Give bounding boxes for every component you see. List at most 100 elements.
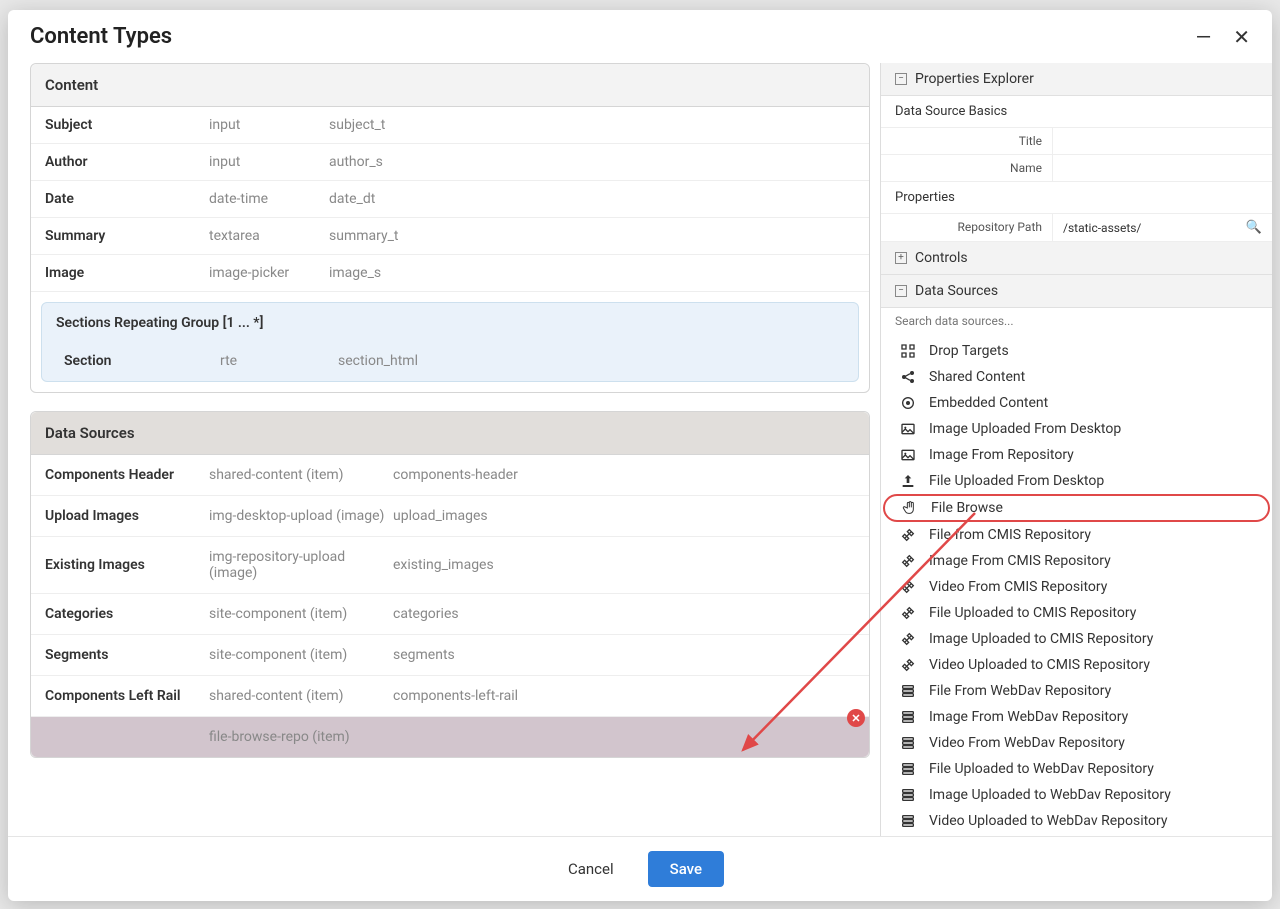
content-types-modal: Content Types — ✕ Content Subject input … — [8, 10, 1272, 901]
field-row[interactable]: Date date-time date_dt — [31, 181, 869, 218]
field-type: input — [209, 117, 329, 133]
data-source-item[interactable]: File Uploaded to CMIS Repository — [881, 600, 1272, 626]
search-icon[interactable]: 🔍 — [1246, 220, 1262, 235]
data-source-item-label: Video Uploaded to CMIS Repository — [929, 657, 1150, 673]
field-row[interactable]: Author input author_s — [31, 144, 869, 181]
data-source-item-label: Image From WebDav Repository — [929, 709, 1128, 725]
data-source-row[interactable]: Segments site-component (item) segments — [31, 635, 869, 676]
field-name: image_s — [329, 265, 855, 281]
data-source-item[interactable]: Video From WebDav Repository — [881, 730, 1272, 756]
field-type: date-time — [209, 191, 329, 207]
field-type: input — [209, 154, 329, 170]
field-row[interactable]: Section rte section_html — [42, 343, 858, 381]
save-button[interactable]: Save — [648, 851, 724, 887]
data-source-row[interactable]: Components Left Rail shared-content (ite… — [31, 676, 869, 717]
field-name: date_dt — [329, 191, 855, 207]
delete-button[interactable]: ✕ — [847, 709, 865, 727]
data-source-row[interactable]: Existing Images img-repository-upload (i… — [31, 537, 869, 594]
collapse-icon: − — [895, 73, 907, 85]
property-label: Repository Path — [881, 214, 1053, 241]
data-source-item-label: Image Uploaded From Desktop — [929, 421, 1121, 437]
title-input[interactable] — [1063, 134, 1262, 148]
property-row-title: Title — [881, 128, 1272, 155]
field-row[interactable]: Image image-picker image_s — [31, 255, 869, 292]
data-source-item[interactable]: Image Uploaded From Desktop — [881, 416, 1272, 442]
ds-name: components-header — [393, 467, 855, 483]
data-source-item[interactable]: Video Uploaded to WebDav Repository — [881, 808, 1272, 834]
data-source-item-label: Embedded Content — [929, 395, 1048, 411]
plug-icon — [899, 578, 917, 596]
data-source-item[interactable]: Embedded Content — [881, 390, 1272, 416]
data-source-item[interactable]: Shared Content — [881, 364, 1272, 390]
data-source-item[interactable]: File Uploaded From Desktop — [881, 468, 1272, 494]
minimize-icon[interactable]: — — [1196, 27, 1212, 47]
section-label: Data Sources — [915, 283, 998, 299]
section-label: Properties Explorer — [915, 71, 1034, 87]
db-icon — [899, 708, 917, 726]
data-source-item-label: File Browse — [931, 500, 1003, 516]
modal-header: Content Types — ✕ — [8, 10, 1272, 63]
properties-header: Properties — [881, 182, 1272, 214]
section-label: Controls — [915, 250, 968, 266]
data-sources-section[interactable]: − Data Sources — [881, 275, 1272, 308]
data-source-item-label: File Uploaded From Desktop — [929, 473, 1104, 489]
data-source-item[interactable]: File From WebDav Repository — [881, 678, 1272, 704]
property-label: Title — [881, 128, 1053, 154]
field-name: summary_t — [329, 228, 855, 244]
content-panel-header: Content — [31, 64, 869, 107]
field-label: Subject — [45, 117, 209, 133]
data-source-item[interactable]: Image From WebDav Repository — [881, 704, 1272, 730]
data-source-item[interactable]: Video From CMIS Repository — [881, 574, 1272, 600]
ds-name: components-left-rail — [393, 688, 855, 704]
field-label: Section — [64, 353, 220, 369]
ds-name: categories — [393, 606, 855, 622]
data-source-row-new[interactable]: file-browse-repo (item) ✕ — [31, 717, 869, 757]
data-source-item[interactable]: File from CMIS Repository — [881, 522, 1272, 548]
image-icon — [899, 446, 917, 464]
data-source-row[interactable]: Components Header shared-content (item) … — [31, 455, 869, 496]
data-source-item-label: Video From CMIS Repository — [929, 579, 1107, 595]
data-source-item[interactable]: Drop Targets — [881, 338, 1272, 364]
upload-icon — [899, 472, 917, 490]
name-input[interactable] — [1063, 161, 1262, 175]
properties-pane: − Properties Explorer Data Source Basics… — [880, 63, 1272, 836]
data-source-item-label: File Uploaded to WebDav Repository — [929, 761, 1154, 777]
field-row[interactable]: Summary textarea summary_t — [31, 218, 869, 255]
cancel-button[interactable]: Cancel — [556, 852, 626, 886]
controls-section[interactable]: + Controls — [881, 242, 1272, 275]
data-source-item[interactable]: Image Uploaded to WebDav Repository — [881, 782, 1272, 808]
plug-icon — [899, 656, 917, 674]
ds-type: shared-content (item) — [209, 467, 393, 483]
field-row[interactable]: Subject input subject_t — [31, 107, 869, 144]
data-source-row[interactable]: Categories site-component (item) categor… — [31, 594, 869, 635]
ds-name: existing_images — [393, 557, 855, 573]
close-icon[interactable]: ✕ — [1233, 27, 1250, 47]
ds-label: Components Left Rail — [45, 688, 209, 704]
drop-icon — [899, 342, 917, 360]
field-name: section_html — [338, 353, 844, 369]
repeating-group[interactable]: Sections Repeating Group [1 ... *] Secti… — [41, 302, 859, 382]
data-source-item-label: Image Uploaded to WebDav Repository — [929, 787, 1171, 803]
property-row-repo-path: Repository Path /static-assets/ 🔍 — [881, 214, 1272, 242]
repo-path-value: /static-assets/ — [1063, 221, 1141, 235]
data-source-item[interactable]: File Uploaded to WebDav Repository — [881, 756, 1272, 782]
properties-explorer-section[interactable]: − Properties Explorer — [881, 63, 1272, 96]
plug-icon — [899, 604, 917, 622]
plug-icon — [899, 630, 917, 648]
data-source-row[interactable]: Upload Images img-desktop-upload (image)… — [31, 496, 869, 537]
data-source-item[interactable]: Image Uploaded to CMIS Repository — [881, 626, 1272, 652]
repeating-group-header: Sections Repeating Group [1 ... *] — [42, 303, 858, 343]
db-icon — [899, 734, 917, 752]
field-name: author_s — [329, 154, 855, 170]
data-source-item-label: Video Uploaded to WebDav Repository — [929, 813, 1168, 829]
data-source-item[interactable]: File Browse — [883, 494, 1270, 522]
field-label: Date — [45, 191, 209, 207]
data-source-item[interactable]: Image From Repository — [881, 442, 1272, 468]
data-source-item-label: File Uploaded to CMIS Repository — [929, 605, 1136, 621]
data-sources-search-input[interactable] — [881, 308, 1272, 334]
data-sources-list: Drop TargetsShared Content Embedded Conte… — [881, 334, 1272, 836]
data-source-item[interactable]: Image From CMIS Repository — [881, 548, 1272, 574]
data-source-item[interactable]: Video Uploaded to CMIS Repository — [881, 652, 1272, 678]
image-icon — [899, 420, 917, 438]
ds-label: Components Header — [45, 467, 209, 483]
